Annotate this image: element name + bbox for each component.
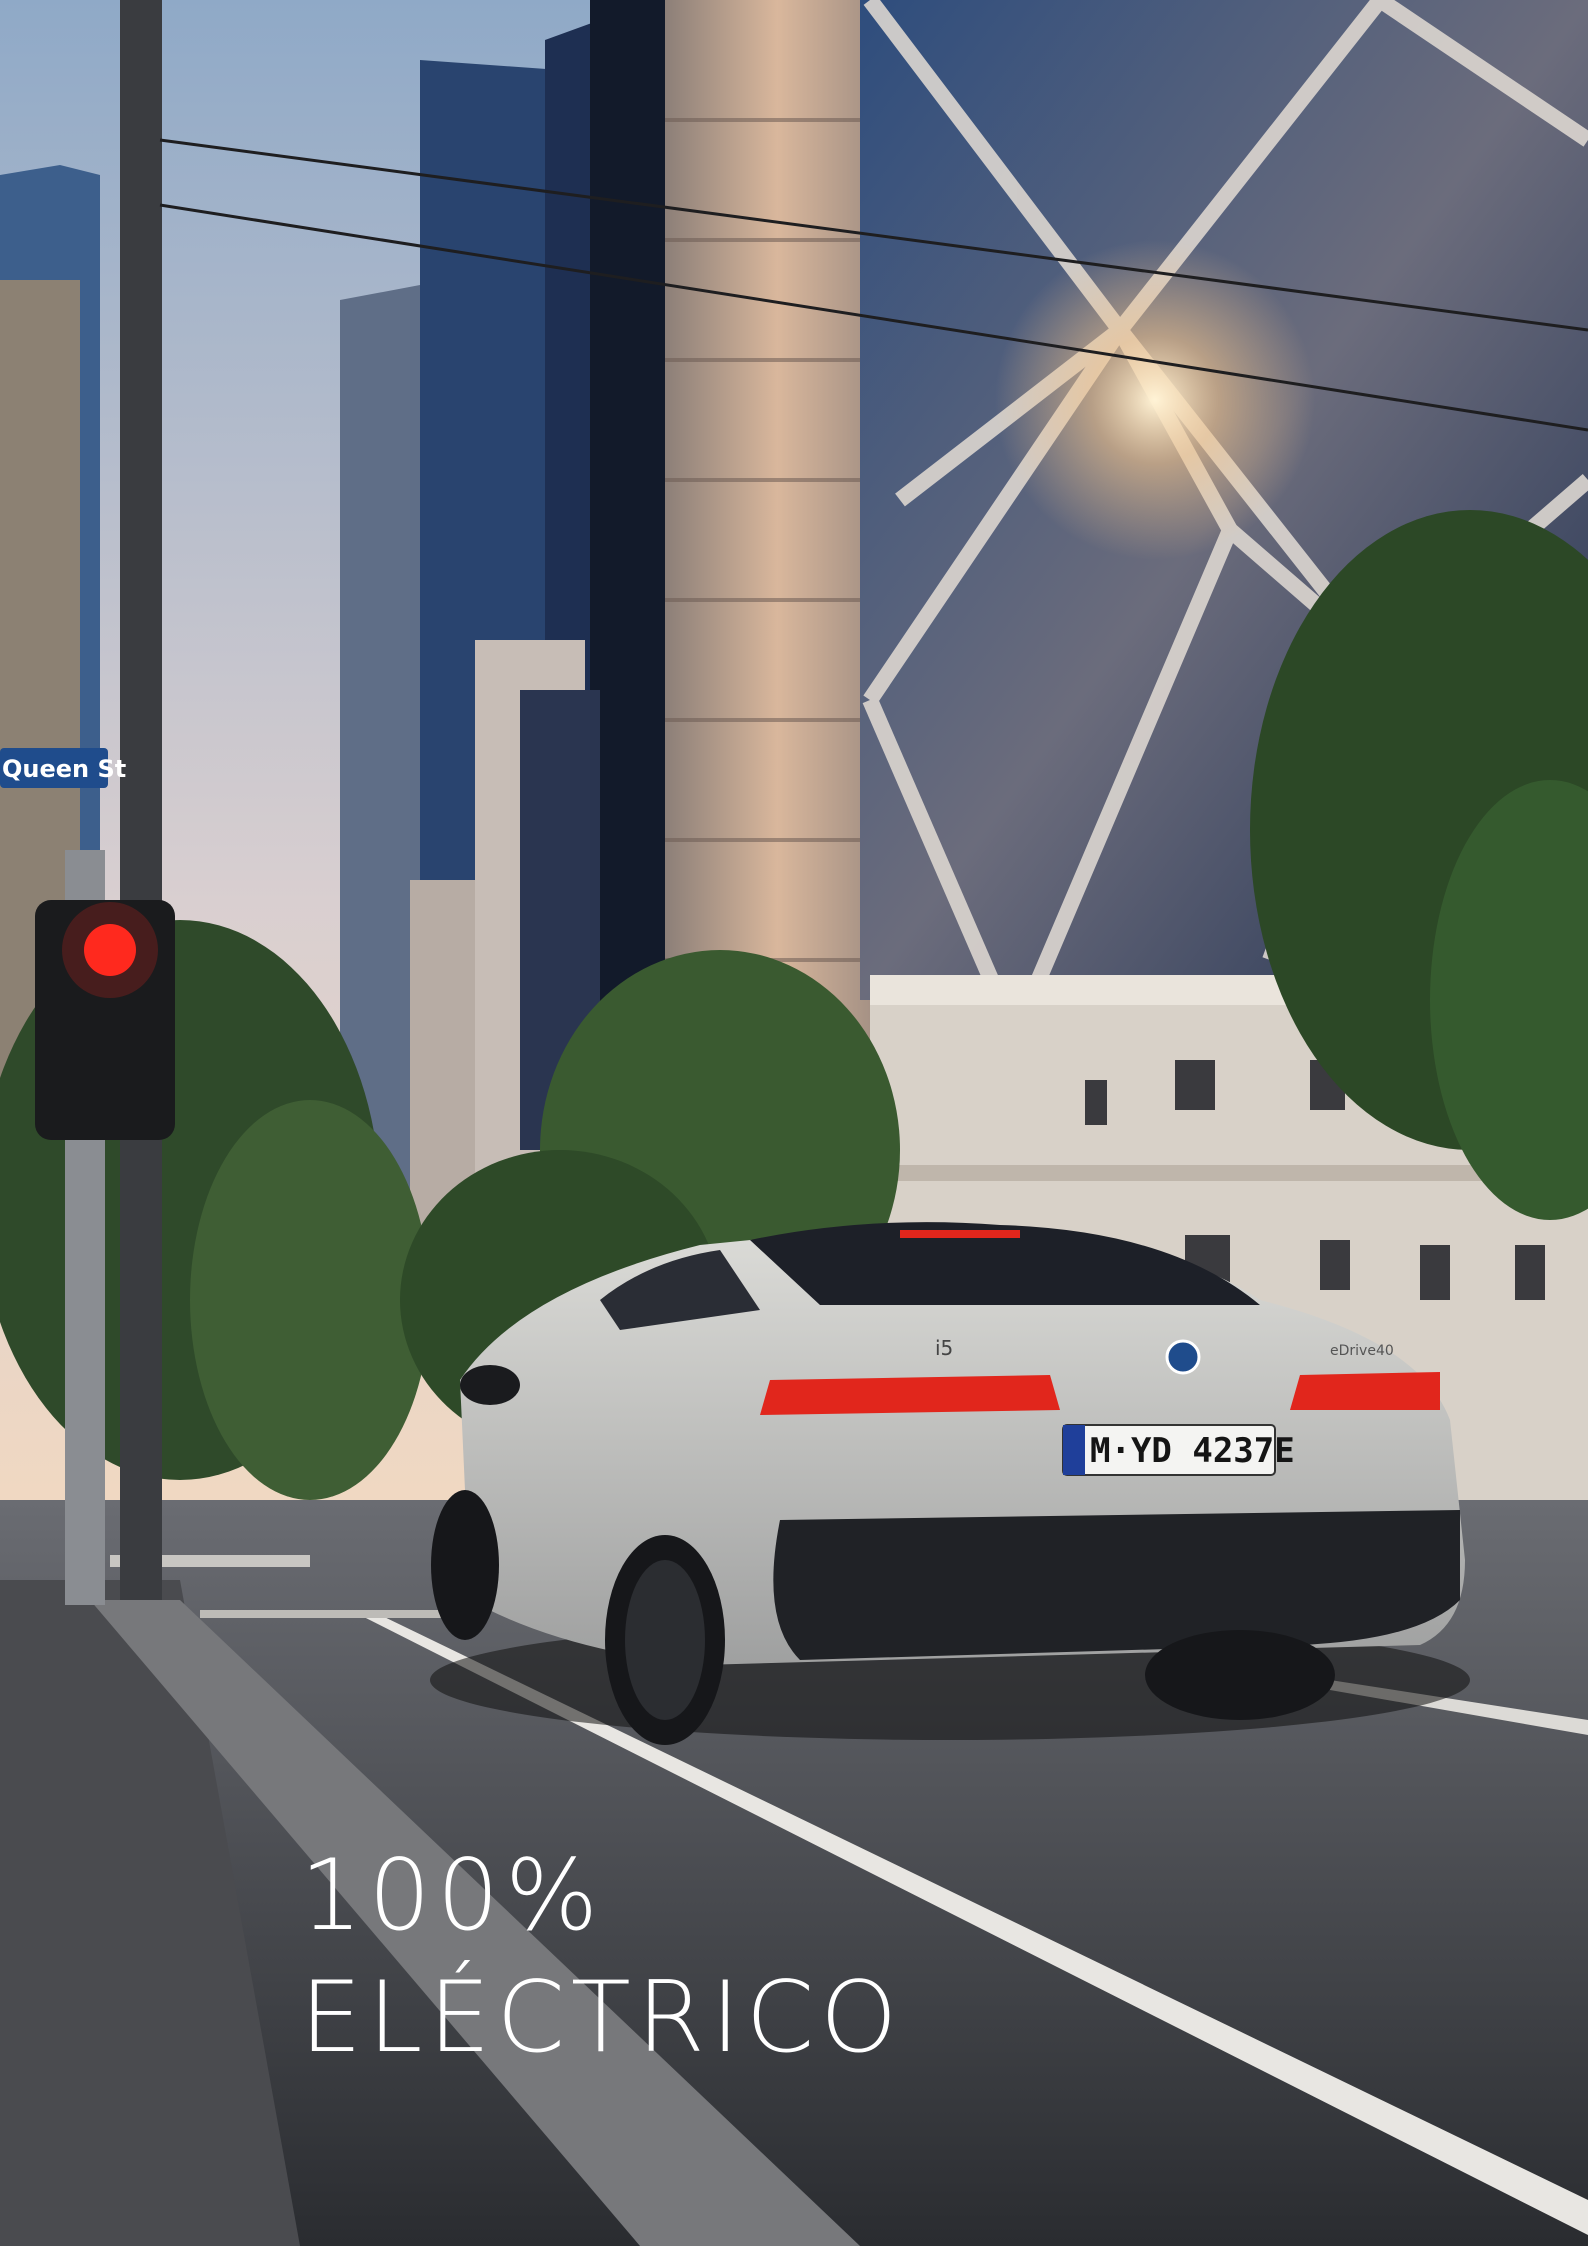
headline-line-1: 100% — [300, 1839, 605, 1953]
license-plate: M·YD 4237E — [1090, 1431, 1295, 1471]
model-badge: i5 — [935, 1336, 953, 1360]
street-sign-label: Queen St — [2, 755, 126, 783]
variant-badge: eDrive40 — [1330, 1343, 1394, 1359]
headline: 100% ELÉCTRICO — [300, 1835, 903, 2079]
headline-line-2: ELÉCTRICO — [300, 1961, 904, 2075]
poster: Queen St M·YD 4237E i5 eDrive40 100% ELÉ… — [0, 0, 1588, 2246]
